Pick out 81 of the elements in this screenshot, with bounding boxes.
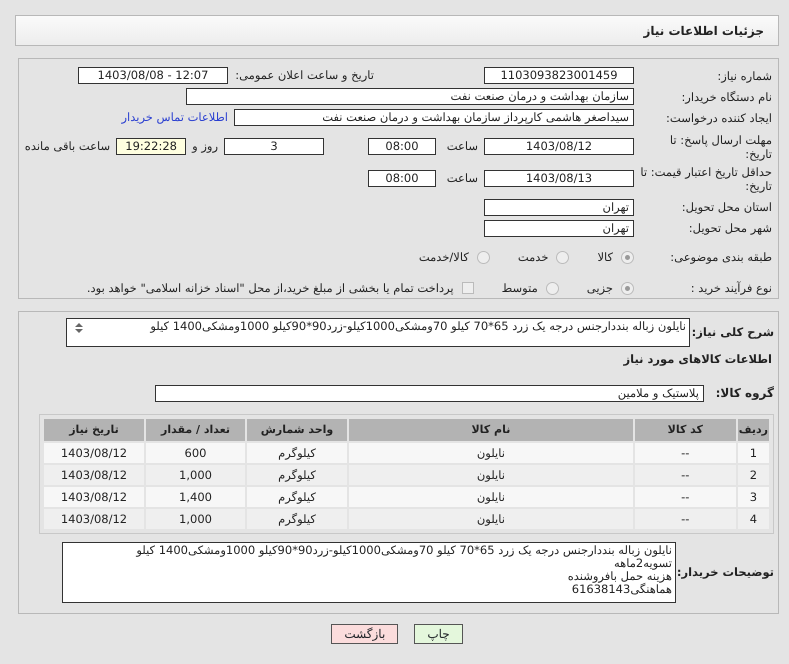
radio-label: جزیی [586, 280, 613, 297]
checkbox[interactable] [462, 282, 474, 294]
remaining-label: ساعت باقی مانده [24, 138, 110, 155]
date-field: 1403/08/13 [484, 170, 634, 187]
radio-button[interactable] [476, 250, 490, 264]
table-cell: نایلون [349, 487, 633, 508]
table-cell: 1403/08/12 [44, 487, 144, 508]
radio-button[interactable] [621, 250, 634, 264]
table-cell: کیلوگرم [247, 443, 347, 464]
column-header: تعداد / مقدار [146, 419, 245, 442]
time-label: ساعت [446, 138, 478, 155]
radio-button[interactable] [546, 282, 559, 295]
table-cell: 1,000 [146, 509, 245, 530]
table-cell: -- [634, 443, 736, 464]
radio-label: متوسط [502, 280, 538, 297]
time-field: 08:00 [368, 170, 436, 187]
field-label: ایجاد کننده درخواست: [665, 110, 773, 125]
field-label: نوع فرآیند خرید : [690, 281, 773, 296]
column-header: ردیف [738, 419, 769, 442]
table-cell: 1 [738, 443, 769, 464]
radio-label: کالا [597, 248, 613, 266]
field-label: طبقه بندی موضوعی: [669, 250, 773, 264]
table-cell: -- [634, 465, 736, 486]
column-header: کد کالا [634, 419, 736, 442]
table-cell: 1,400 [146, 487, 245, 508]
table-cell: 3 [738, 487, 769, 508]
table-cell: 1,000 [146, 465, 245, 486]
column-header: نام کالا [349, 419, 633, 442]
column-header: تاریخ نیاز [44, 419, 144, 442]
table-cell: کیلوگرم [247, 465, 347, 486]
radio-button[interactable] [556, 250, 570, 264]
days-label: روز و [192, 138, 218, 155]
table-cell: نایلون [349, 509, 633, 530]
table-cell: 600 [146, 443, 245, 464]
field-label: گروه کالا: [714, 385, 774, 402]
date-field: 1403/08/12 [484, 138, 634, 155]
field-label: شماره نیاز: [716, 68, 773, 83]
note-line: تسویه2ماهه [614, 557, 672, 570]
table-cell: نایلون [349, 465, 633, 486]
table-cell: 1403/08/12 [44, 443, 144, 464]
summary-text: نایلون زباله بنددارجنس درجه یک زرد 65*70 کیلو 70ومشکی1000کیلو-زرد90*90کیلو 1000ومشکی1400 کیلو [148, 320, 686, 335]
field-label: نام دستگاه خریدار: [680, 90, 773, 104]
contact-link[interactable]: اطلاعات تماس خریدار [121, 109, 228, 126]
time-label: ساعت [446, 170, 478, 187]
back-button[interactable]: بازگشت [331, 624, 398, 644]
buyer-org-field: سازمان بهداشت و درمان صنعت نفت [186, 88, 634, 106]
radio-label: کالا/خدمت [418, 248, 469, 266]
table-cell: کیلوگرم [247, 509, 347, 530]
table-cell: کیلوگرم [247, 487, 347, 508]
note-line: نایلون زباله بنددارجنس درجه یک زرد 65*70 کیلو 70ومشکی1000کیلو-زرد90*90کیلو 1000ومشکی1400 کیلو [136, 544, 672, 558]
table-cell: 1403/08/12 [44, 509, 144, 530]
field-label: تاریخ و ساعت اعلان عمومی: [234, 67, 374, 84]
note-line: هزینه حمل بافروشنده [568, 570, 672, 584]
time-field: 08:00 [368, 138, 436, 155]
days-field: 3 [224, 138, 324, 155]
page-title: جزئیات اطلاعات نیاز [15, 15, 779, 46]
announce-date-field: 1403/08/08 - 12:07 [78, 67, 228, 84]
field-label: حداقل تاریخ اعتبار قیمت: تا تاریخ: [640, 164, 773, 192]
table-cell: 1403/08/12 [44, 465, 144, 486]
print-button[interactable]: چاپ [414, 624, 463, 644]
need-number-field: 1103093823001459 [484, 67, 634, 84]
table-cell: 4 [738, 509, 769, 530]
section-title: اطلاعات کالاهای مورد نیاز [624, 351, 772, 368]
province-field: تهران [484, 198, 634, 216]
table-cell: -- [634, 487, 736, 508]
field-label: مهلت ارسال پاسخ: تا تاریخ: [668, 132, 773, 160]
table-cell: 2 [738, 465, 769, 486]
field-label: استان محل تحویل: [680, 200, 773, 214]
table-cell: نایلون [349, 443, 633, 464]
remaining-time-field: 19:22:28 [116, 138, 186, 155]
creator-field: سیداصغر هاشمی کارپرداز سازمان بهداشت و درمان صنعت نفت [234, 109, 634, 126]
radio-button[interactable] [621, 282, 634, 295]
goods-group-field: پلاستیک و ملامین [155, 384, 704, 402]
scroll-arrows-icon [74, 322, 84, 334]
note-line: هماهنگی61638143 [572, 583, 672, 596]
table-cell: -- [634, 509, 736, 530]
radio-label: خدمت [518, 248, 548, 266]
column-header: واحد شمارش [247, 419, 347, 442]
checkbox-label: پرداخت تمام یا بخشی از مبلغ خرید،از محل "اسناد خزانه اسلامی" خواهد بود. [86, 280, 454, 297]
field-label: شهر محل تحویل: [688, 221, 773, 235]
city-field: تهران [484, 220, 634, 236]
